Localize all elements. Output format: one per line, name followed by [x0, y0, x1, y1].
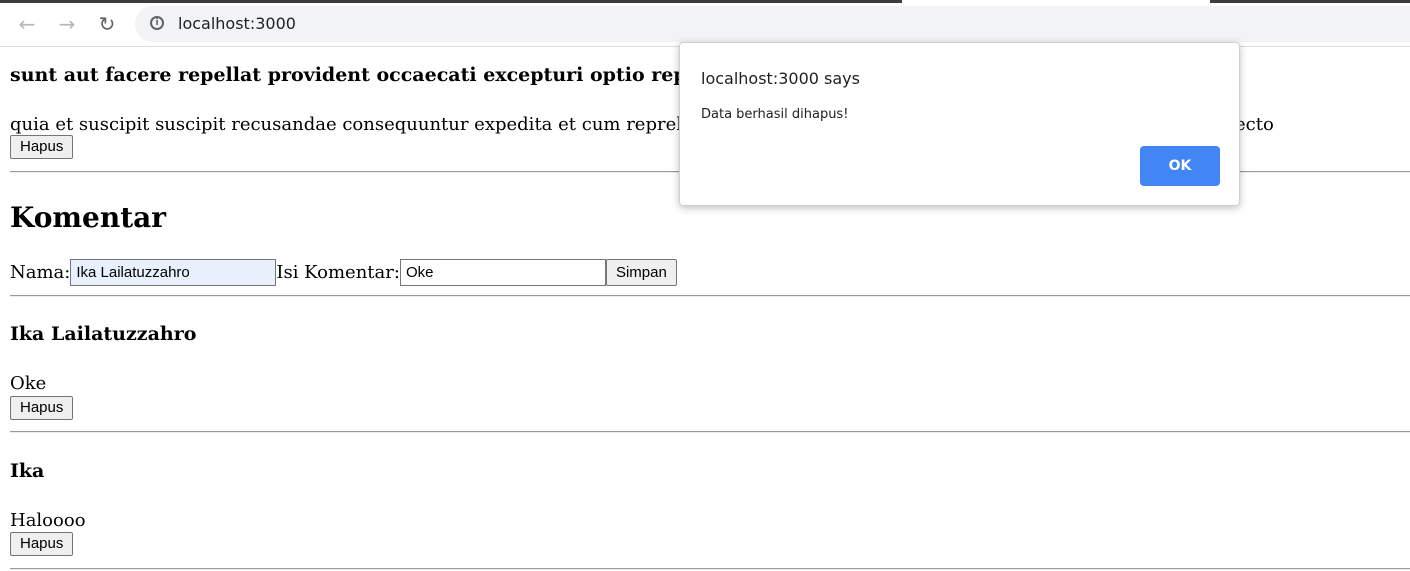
save-button[interactable]: Simpan: [605, 258, 677, 286]
active-tab-edge: [902, 0, 1210, 3]
comment-form: Nama: Ika Lailatuzzahro Isi Komentar: Ok…: [10, 258, 677, 286]
post-body-text: quia et suscipit suscipit recusandae con…: [10, 114, 794, 135]
ok-button[interactable]: OK: [1140, 146, 1220, 186]
comment-label: Isi Komentar:: [276, 261, 400, 283]
comment-author: Ika Lailatuzzahro: [10, 323, 197, 345]
comment-text: Oke: [10, 373, 47, 394]
address-url[interactable]: localhost:3000: [178, 14, 296, 33]
dialog-message: Data berhasil dihapus!: [701, 107, 849, 122]
divider: [10, 568, 1410, 570]
divider: [10, 431, 1410, 433]
comment-delete-button[interactable]: Hapus: [10, 396, 74, 420]
komentar-heading: Komentar: [10, 201, 167, 234]
comment-delete-button[interactable]: Hapus: [10, 532, 74, 556]
comment-text: Haloooo: [10, 510, 86, 531]
comment-input[interactable]: Oke: [399, 258, 606, 286]
address-bar[interactable]: i localhost:3000: [135, 6, 1410, 42]
browser-toolbar: ← → ↻ i localhost:3000: [0, 0, 1410, 47]
comment-author: Ika: [10, 460, 45, 482]
alert-dialog: localhost:3000 says Data berhasil dihapu…: [679, 42, 1240, 206]
dialog-title: localhost:3000 says: [701, 69, 860, 88]
post-delete-button[interactable]: Hapus: [10, 135, 74, 159]
divider: [10, 295, 1410, 297]
forward-arrow-icon[interactable]: →: [53, 10, 81, 38]
back-arrow-icon[interactable]: ←: [13, 10, 41, 38]
name-input[interactable]: Ika Lailatuzzahro: [70, 258, 277, 286]
post-body: quia et suscipit suscipit recusandae con…: [10, 114, 793, 135]
name-label: Nama:: [10, 261, 71, 283]
reload-icon[interactable]: ↻: [93, 10, 121, 38]
info-icon[interactable]: i: [150, 16, 164, 30]
post-title: sunt aut facere repellat provident occae…: [10, 64, 735, 86]
